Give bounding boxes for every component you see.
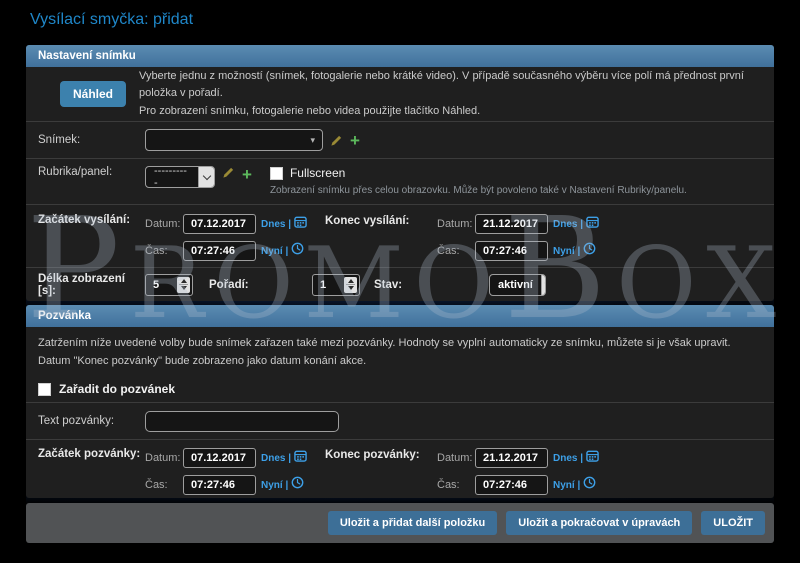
settings-intro-text: Vyberte jednu z možností (snímek, fotoga… (139, 68, 762, 121)
broadcast-end-group: Datum: Dnes | Čas: Nyní | (437, 214, 611, 261)
broadcast-end-time-input[interactable] (475, 241, 548, 261)
state-label: Stav: (374, 279, 489, 291)
clock-icon[interactable] (583, 476, 596, 494)
time-label: Čas: (145, 245, 181, 257)
state-select-value: aktivní (490, 275, 541, 295)
settings-intro-line2: Pro zobrazení snímku, fotogalerie nebo v… (139, 103, 762, 121)
order-label: Pořadí: (209, 279, 312, 291)
snimek-row: Snímek: ▾ + (26, 122, 774, 159)
snimek-add-button[interactable]: + (350, 132, 360, 149)
snimek-edit-button[interactable] (330, 134, 343, 147)
page: Vysílací smyčka: přidat Nastavení snímku… (0, 0, 800, 563)
save-and-continue-button[interactable]: Uložit a pokračovat v úpravách (506, 511, 692, 535)
combo-arrow-icon: ▾ (310, 136, 315, 145)
calendar-icon[interactable] (586, 215, 599, 233)
invite-start-today-link[interactable]: Dnes | (261, 453, 291, 464)
invitation-text-label: Text pozvánky: (38, 415, 145, 427)
stepper-arrows-icon[interactable] (344, 277, 357, 293)
fullscreen-label: Fullscreen (290, 166, 345, 180)
broadcast-start-label: Začátek vysílání: (38, 214, 145, 226)
invitation-datetime-row: Začátek pozvánky: Datum: Dnes | Čas: Nyn… (26, 440, 774, 498)
rubrika-edit-button[interactable] (222, 166, 235, 179)
invitation-text-input[interactable] (145, 411, 339, 432)
broadcast-start-group: Datum: Dnes | Čas: Nyní | (145, 214, 319, 261)
invite-end-time-input[interactable] (475, 475, 548, 495)
panel-invitation: Pozvánka Zatržením níže uvedené volby bu… (26, 305, 774, 498)
invite-end-group: Datum: Dnes | Čas: Nyní | (437, 448, 611, 495)
rubrika-label: Rubrika/panel: (38, 166, 145, 178)
chevron-down-icon (541, 275, 546, 295)
date-label: Datum: (145, 218, 181, 230)
panel-slide-settings: Nastavení snímku Náhled Vyberte jednu z … (26, 45, 774, 301)
invitation-intro-line1: Zatržením níže uvedené volby bude snímek… (38, 335, 762, 353)
date-label: Datum: (145, 452, 181, 464)
duration-row: Délka zobrazení [s]: Pořadí: Stav: aktiv… (26, 268, 774, 301)
save-button[interactable]: ULOŽIT (701, 511, 765, 535)
snimek-label: Snímek: (38, 134, 145, 146)
settings-intro-line1: Vyberte jednu z možností (snímek, fotoga… (139, 68, 762, 103)
state-select[interactable]: aktivní (489, 274, 546, 296)
snimek-select[interactable]: ▾ (145, 129, 323, 151)
invite-end-date-input[interactable] (475, 448, 548, 468)
chevron-down-icon (198, 167, 214, 187)
date-label: Datum: (437, 218, 473, 230)
broadcast-start-today-link[interactable]: Dnes | (261, 219, 291, 230)
duration-label: Délka zobrazení [s]: (38, 273, 145, 297)
invitation-intro: Zatržením níže uvedené volby bude snímek… (26, 327, 774, 376)
invitation-intro-line2: Datum "Konec pozvánky" bude zobrazeno ja… (38, 353, 762, 371)
broadcast-start-time-input[interactable] (183, 241, 256, 261)
duration-input[interactable] (146, 279, 177, 291)
time-label: Čas: (145, 479, 181, 491)
order-input[interactable] (313, 279, 344, 291)
preview-row: Náhled Vyberte jednu z možností (snímek,… (26, 67, 774, 122)
fullscreen-help-text: Zobrazení snímku přes celou obrazovku. M… (270, 185, 687, 196)
invite-start-label: Začátek pozvánky: (38, 448, 145, 460)
order-stepper[interactable] (312, 274, 360, 296)
time-label: Čas: (437, 245, 473, 257)
fullscreen-checkbox[interactable] (270, 167, 283, 180)
preview-button[interactable]: Náhled (60, 81, 126, 107)
clock-icon[interactable] (291, 242, 304, 260)
invite-start-time-input[interactable] (183, 475, 256, 495)
invite-end-now-link[interactable]: Nyní | (553, 480, 580, 491)
include-invitation-checkbox[interactable] (38, 383, 51, 396)
clock-icon[interactable] (291, 476, 304, 494)
panel-invitation-header: Pozvánka (26, 305, 774, 327)
panel-settings-header: Nastavení snímku (26, 45, 774, 67)
fullscreen-block: Fullscreen Zobrazení snímku přes celou o… (270, 166, 687, 196)
save-and-add-button[interactable]: Uložit a přidat další položku (328, 511, 497, 535)
calendar-icon[interactable] (294, 215, 307, 233)
include-invitation-row: Zařadit do pozvánek (26, 376, 774, 403)
rubrika-select[interactable]: ---------- (145, 166, 215, 188)
invite-end-label: Konec pozvánky: (325, 449, 437, 461)
calendar-icon[interactable] (294, 449, 307, 467)
broadcast-end-label: Konec vysílání: (325, 215, 437, 227)
broadcast-end-now-link[interactable]: Nyní | (553, 246, 580, 257)
include-invitation-label: Zařadit do pozvánek (59, 382, 175, 396)
date-label: Datum: (437, 452, 473, 464)
broadcast-start-now-link[interactable]: Nyní | (261, 246, 288, 257)
broadcast-end-date-input[interactable] (475, 214, 548, 234)
invite-start-group: Datum: Dnes | Čas: Nyní | (145, 448, 319, 495)
stepper-arrows-icon[interactable] (177, 277, 190, 293)
page-title: Vysílací smyčka: přidat (30, 11, 193, 29)
rubrika-row: Rubrika/panel: ---------- + Fullscreen Z… (26, 159, 774, 205)
rubrika-select-value: ---------- (146, 167, 198, 187)
footer-action-bar: Uložit a přidat další položku Uložit a p… (26, 503, 774, 543)
duration-stepper[interactable] (145, 274, 193, 296)
fullscreen-line: Fullscreen (270, 166, 687, 180)
rubrika-add-button[interactable]: + (242, 166, 252, 183)
clock-icon[interactable] (583, 242, 596, 260)
invite-start-date-input[interactable] (183, 448, 256, 468)
broadcast-end-today-link[interactable]: Dnes | (553, 219, 583, 230)
invitation-text-row: Text pozvánky: (26, 403, 774, 440)
calendar-icon[interactable] (586, 449, 599, 467)
pencil-icon (330, 134, 343, 147)
invite-start-now-link[interactable]: Nyní | (261, 480, 288, 491)
broadcast-datetime-row: Začátek vysílání: Datum: Dnes | Čas: Nyn… (26, 205, 774, 268)
pencil-icon (222, 166, 235, 179)
invite-end-today-link[interactable]: Dnes | (553, 453, 583, 464)
broadcast-start-date-input[interactable] (183, 214, 256, 234)
time-label: Čas: (437, 479, 473, 491)
